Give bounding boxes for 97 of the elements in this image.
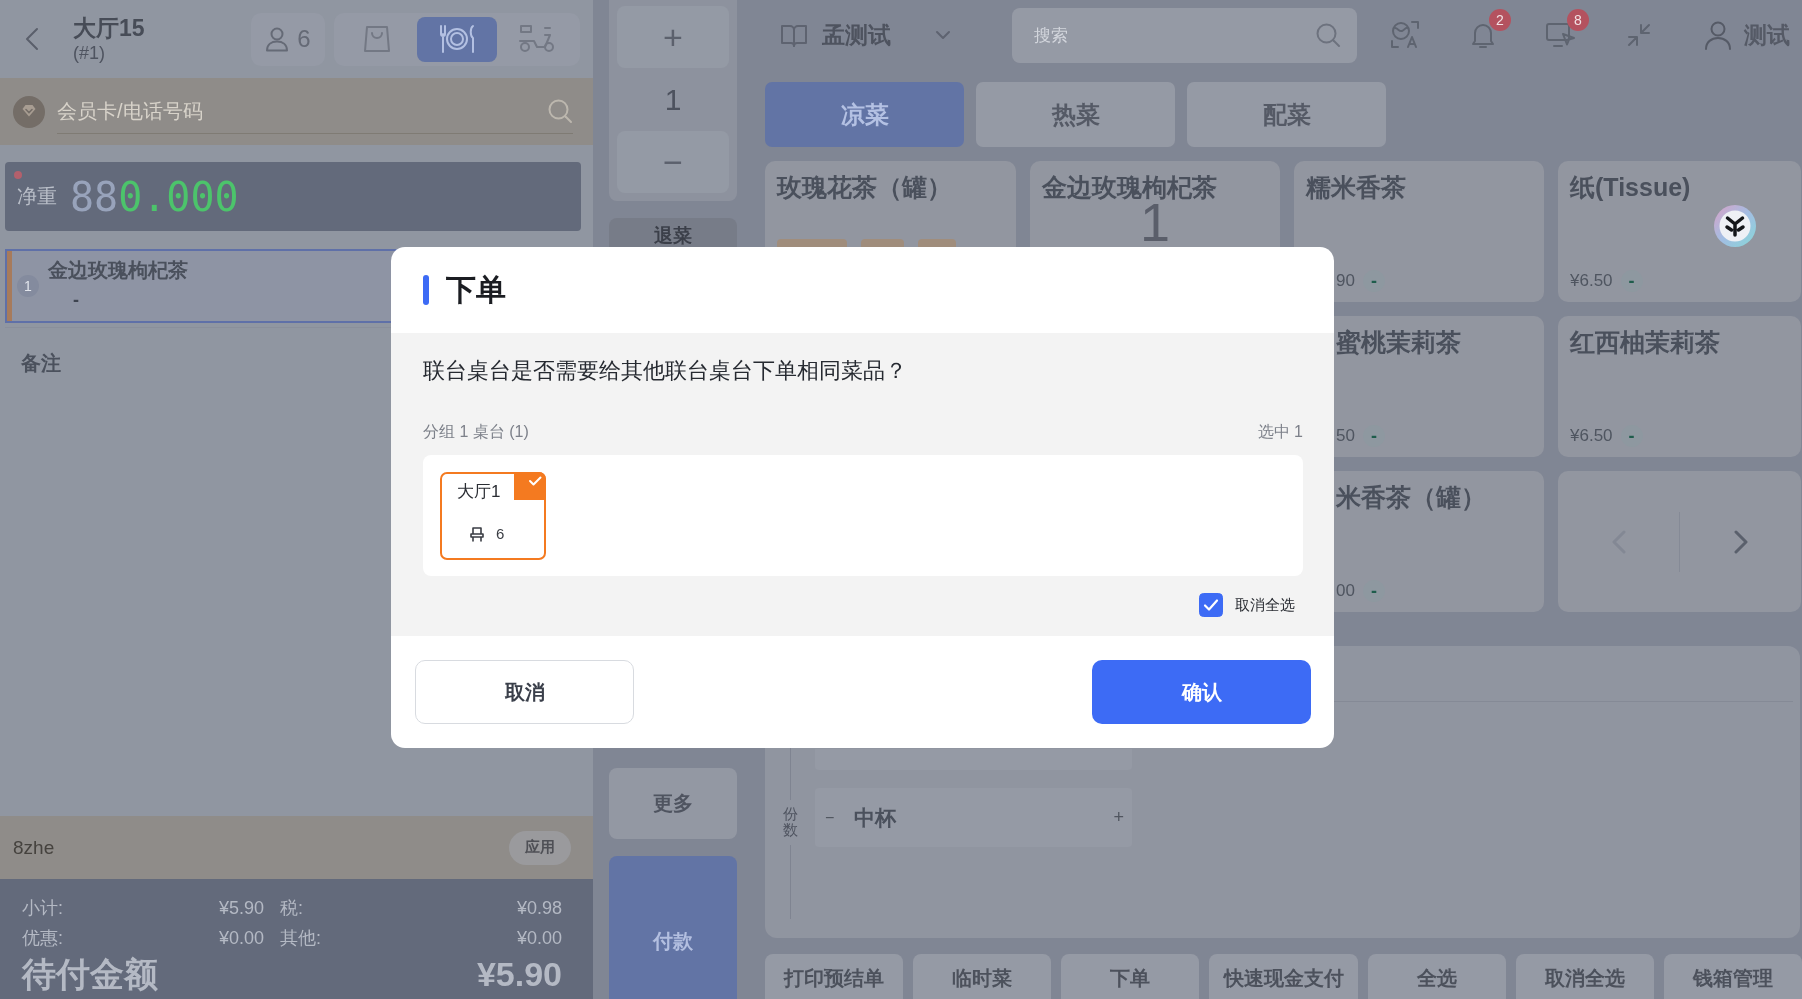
pay-button[interactable]: 付款	[609, 856, 737, 999]
weight-label: 净重	[17, 184, 57, 209]
price-tag: -	[1620, 270, 1643, 292]
dine-in-button[interactable]	[417, 16, 497, 62]
total-label: 小计:	[22, 897, 63, 920]
confirm-button[interactable]: 确认	[1092, 660, 1311, 724]
portions-label: 份数	[782, 805, 798, 839]
checkbox[interactable]	[1199, 593, 1223, 617]
product-card[interactable]: 红西柚茉莉茶 ¥6.50 -	[1558, 316, 1801, 457]
count-badge: 8	[1567, 9, 1589, 31]
chevron-right-icon[interactable]	[1733, 529, 1748, 554]
price-tag: -	[1362, 425, 1385, 447]
action-button[interactable]: 下单	[1061, 954, 1199, 999]
search-icon	[1315, 22, 1341, 48]
table-title: 大厅15	[73, 14, 145, 42]
product-name: 玫瑰花茶（罐）	[777, 173, 952, 201]
check-corner-icon	[514, 472, 546, 500]
item-detail: -	[73, 289, 79, 311]
cart-quantity: 1	[1140, 199, 1170, 245]
product-name: 蜜桃茉莉茶	[1336, 328, 1461, 356]
more-button[interactable]: 更多	[609, 768, 737, 839]
category-tab[interactable]: 配菜	[1187, 82, 1386, 147]
collapse-icon[interactable]	[1625, 21, 1653, 49]
product-price: 90	[1336, 271, 1355, 291]
accent-bar-icon	[423, 275, 429, 305]
notification-badge: 2	[1489, 9, 1511, 31]
assistant-logo-icon[interactable]	[1714, 205, 1756, 247]
product-name: 金边玫瑰枸杞茶	[1042, 173, 1217, 201]
total-value: ¥5.90	[218, 897, 264, 920]
action-button[interactable]: 全选	[1368, 954, 1506, 999]
unlit-digits: 88	[70, 173, 119, 220]
product-card[interactable]: 纸(Tissue) ¥6.50 -	[1558, 161, 1801, 302]
caret-icon	[935, 30, 951, 40]
user-icon	[1704, 20, 1732, 50]
total-value: ¥0.98	[516, 897, 562, 920]
category-tab[interactable]: 凉菜	[765, 82, 964, 147]
tag-pill	[777, 239, 847, 247]
product-name: 纸(Tissue)	[1570, 173, 1691, 201]
back-icon[interactable]	[25, 27, 39, 51]
price-tag: -	[1362, 580, 1385, 602]
increase-button[interactable]: +	[617, 6, 729, 68]
item-number: 1	[17, 275, 39, 297]
search-icon	[547, 98, 573, 124]
checkbox-label[interactable]: 取消全选	[1235, 595, 1295, 615]
total-label: 优惠:	[22, 927, 63, 950]
plate-cutlery-icon	[437, 22, 477, 56]
group-label: 分组 1 桌台 (1)	[423, 422, 529, 442]
product-price: ¥6.50	[1570, 426, 1613, 446]
product-name: 糯米香茶	[1306, 173, 1406, 201]
action-button[interactable]: 快速现金支付	[1209, 954, 1358, 999]
tag-pill	[861, 239, 904, 247]
price-tag: -	[1362, 270, 1385, 292]
item-name: 金边玫瑰枸杞茶	[48, 258, 188, 283]
total-label: 税:	[280, 897, 303, 920]
void-item-button[interactable]: 退菜	[609, 218, 737, 247]
price-tag: -	[1620, 425, 1643, 447]
dialog-question: 联台桌台是否需要给其他联台桌台下单相同菜品？	[423, 357, 908, 385]
total-label: 其他:	[280, 927, 321, 950]
amount-due-label: 待付金额	[22, 954, 158, 995]
bag-icon	[362, 24, 392, 54]
product-price: 00	[1336, 581, 1355, 601]
option-label: 中杯	[854, 804, 897, 831]
product-card[interactable]: 糯米香茶 90 -	[1294, 161, 1544, 302]
table-card[interactable]: 大厅1 6	[440, 472, 546, 560]
table-name: 大厅1	[457, 481, 501, 503]
action-button[interactable]: 钱箱管理	[1664, 954, 1802, 999]
decrease-button[interactable]: −	[617, 131, 729, 193]
person-icon	[265, 26, 290, 52]
action-button[interactable]: 临时菜	[913, 954, 1051, 999]
option-row[interactable]: − 中杯 +	[815, 788, 1132, 847]
discount-code: 8zhe	[13, 836, 55, 859]
amount-due-value: ¥5.90	[476, 954, 562, 995]
chair-icon	[469, 526, 485, 542]
search-field[interactable]: 搜索	[1012, 7, 1357, 63]
tag-pill	[918, 239, 956, 247]
product-price: ¥6.50	[1570, 271, 1613, 291]
product-price: 50	[1336, 426, 1355, 446]
option-row[interactable]	[815, 749, 1132, 770]
product-name: 米香茶（罐）	[1336, 483, 1486, 511]
action-button[interactable]: 打印预结单	[765, 954, 903, 999]
notes-label: 备注	[21, 351, 61, 376]
action-button[interactable]: 取消全选	[1516, 954, 1654, 999]
total-value: ¥0.00	[516, 927, 562, 950]
total-value: ¥0.00	[218, 927, 264, 950]
order-number: (#1)	[73, 42, 105, 64]
seat-count: 6	[496, 524, 505, 544]
book-icon	[780, 22, 808, 48]
product-name: 红西柚茉莉茶	[1570, 328, 1720, 356]
weight-reading: 0.000	[118, 173, 239, 220]
category-tab[interactable]: 热菜	[976, 82, 1175, 147]
quantity-value: 1	[663, 81, 683, 118]
cancel-button[interactable]: 取消	[415, 660, 634, 724]
dialog-title: 下单	[446, 271, 506, 308]
apply-button[interactable]: 应用	[509, 830, 571, 865]
plus-button[interactable]: +	[1113, 807, 1124, 828]
minus-button[interactable]: −	[825, 808, 835, 827]
translate-icon[interactable]	[1389, 19, 1421, 51]
